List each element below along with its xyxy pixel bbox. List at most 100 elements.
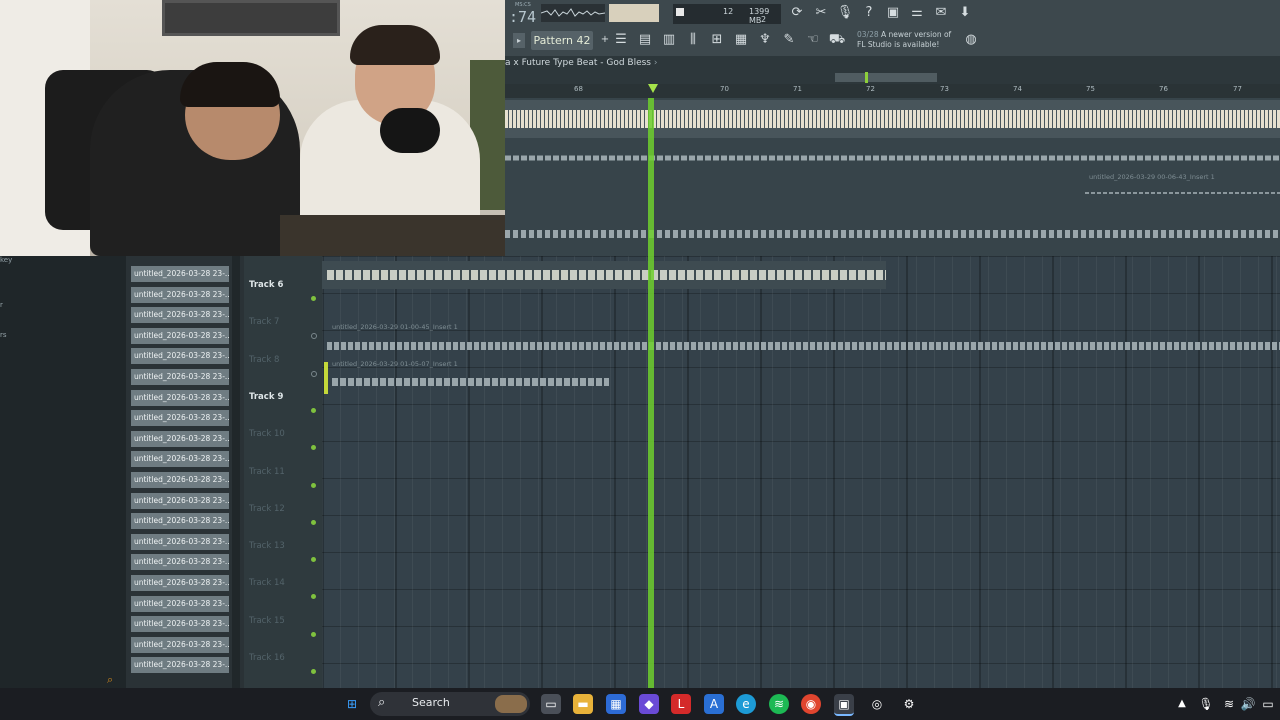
song-position-display[interactable]: :74 [509,8,536,26]
browser-file-item[interactable]: untitled_2026-03-28 23-... [131,492,229,509]
master-volume-meter[interactable] [609,4,659,22]
browser-file-item[interactable]: untitled_2026-03-28 23-... [131,595,229,612]
microphone-icon[interactable]: 🎙 [835,3,855,23]
track-enable-icon[interactable] [311,445,316,451]
upper-tracks-area[interactable]: untitled_2026-03-29 00-06-43_Insert 1 [505,98,1280,258]
browser-file-item[interactable]: untitled_2026-03-28 23-... [131,369,229,385]
track-header[interactable]: Track 15 [244,612,322,649]
app-l-icon[interactable]: L [671,694,691,714]
touch-icon[interactable]: ☜ [803,30,823,50]
browser-file-item[interactable]: untitled_2026-03-28 23-... [131,286,229,303]
spotify-icon[interactable]: ≋ [769,694,789,714]
browser-file-item[interactable]: untitled_2026-03-28 23-... [131,327,229,344]
battery-icon[interactable]: ▭ [1258,694,1278,714]
playlist-grid[interactable]: untitled_2026-03-29 01-00-45_Insert 1 un… [322,256,1280,688]
browser-file-item[interactable]: untitled_2026-03-28 23-... [131,554,229,571]
track-header[interactable]: Track 11 [244,463,322,500]
mixer-view-icon[interactable]: ⫼ [683,30,703,50]
audio-clip-waveform[interactable] [327,336,1280,356]
loop-icon[interactable]: ⟳ [787,3,807,23]
mixer-icon[interactable]: ⚌ [907,3,927,23]
browser-file-item[interactable]: untitled_2026-03-28 23-... [131,472,229,488]
browser-file-item[interactable]: untitled_2026-03-28 23-... [131,389,229,406]
channel-rack-icon[interactable]: ▤ [635,30,655,50]
browser-file-item[interactable]: untitled_2026-03-28 23-... [131,410,229,427]
wifi-icon[interactable]: ≋ [1219,694,1239,714]
audio-clip-waveform[interactable] [324,362,609,394]
track-enable-icon[interactable] [311,594,316,600]
browser-file-item[interactable]: untitled_2026-03-28 23-... [131,348,229,365]
chat-icon[interactable]: ✉ [931,3,951,23]
browser-file-item[interactable]: untitled_2026-03-28 23-... [131,451,229,468]
browser-file-item[interactable]: untitled_2026-03-28 23-... [131,533,229,550]
track-header[interactable]: Track 8 [244,351,322,388]
track-header[interactable]: Track 7 [244,313,322,350]
edge-icon[interactable]: e [736,694,756,714]
browser-category-label[interactable]: key [0,256,12,264]
track-enable-icon[interactable] [311,370,317,377]
audio-clip-waveform[interactable] [1085,188,1280,198]
fl-studio-icon[interactable]: ▣ [834,694,854,716]
track-enable-icon[interactable] [311,669,316,674]
audio-clip-waveform[interactable] [505,100,1280,138]
track-header[interactable]: Track 9 [244,388,322,425]
timeline-ruler[interactable]: 68 70 71 72 73 74 75 76 77 [505,84,1280,98]
store-icon[interactable]: ▦ [606,694,626,714]
search-icon[interactable]: ⌕ [107,673,113,687]
pattern-arrow-icon[interactable]: ▸ [513,33,525,48]
piano-roll-icon[interactable]: ▥ [659,30,679,50]
browser-file-item[interactable]: untitled_2026-03-28 23-... [131,266,229,282]
copilot-icon[interactable]: ◆ [639,694,659,714]
obs-icon[interactable]: ◎ [867,694,887,714]
browser-category-label[interactable]: rs [0,331,7,339]
chevron-up-icon[interactable]: ▲ [1172,694,1192,714]
track-enable-icon[interactable] [311,557,316,563]
browser-file-item[interactable]: untitled_2026-03-28 23-... [131,636,229,653]
audio-clip-waveform[interactable] [505,148,1280,168]
browser-file-item[interactable]: untitled_2026-03-28 23-... [131,430,229,447]
browser-file-item[interactable]: untitled_2026-03-28 23-... [131,616,229,633]
track-header[interactable]: Track 10 [244,425,322,462]
track-header[interactable]: Track 6 [244,276,322,313]
browser-scrollbar[interactable] [232,256,240,688]
cut-icon[interactable]: ✂ [811,3,831,23]
save-icon[interactable]: ▣ [883,3,903,23]
browser-file-item[interactable]: untitled_2026-03-28 23-... [131,513,229,530]
track-enable-icon[interactable] [311,631,316,637]
track-header[interactable]: Track 12 [244,500,322,537]
audio-clip-waveform[interactable] [322,261,886,289]
browser-tree-icon[interactable]: ⊞ [707,30,727,50]
globe-icon[interactable]: ◍ [961,30,981,50]
playhead-marker[interactable] [648,84,658,93]
chrome-icon[interactable]: ◉ [801,694,821,714]
download-icon[interactable]: ⬇ [955,3,975,23]
track-enable-icon[interactable] [311,333,317,340]
settings-gear-icon[interactable]: ⚙ [899,694,919,714]
track-header[interactable]: Track 14 [244,574,322,611]
task-view-icon[interactable]: ▭ [541,694,561,714]
audio-clip-waveform[interactable] [505,226,1280,242]
cart-icon[interactable]: ⛟ [827,30,847,50]
track-enable-icon[interactable] [311,407,316,413]
browser-file-item[interactable]: untitled_2026-03-28 23-... [131,657,229,674]
track-enable-icon[interactable] [311,296,316,301]
browser-file-item[interactable]: untitled_2026-03-28 23-... [131,575,229,591]
tools-icon[interactable]: ✎ [779,30,799,50]
pattern-selector[interactable]: Pattern 42 [531,31,593,50]
track-enable-icon[interactable] [311,482,316,488]
track-header[interactable]: Track 16 [244,649,322,686]
plugin-icon[interactable]: ♆ [755,30,775,50]
file-explorer-icon[interactable]: ▬ [573,694,593,714]
browser-category-label[interactable]: r [0,301,3,309]
help-icon[interactable]: ? [859,3,879,23]
browser-file-item[interactable]: untitled_2026-03-28 23-... [131,307,229,324]
microphone-tray-icon[interactable]: 🎙 [1196,694,1216,714]
start-icon[interactable]: ⊞ [342,694,362,714]
clipboard-icon[interactable]: ▦ [731,30,751,50]
volume-icon[interactable]: 🔊 [1238,694,1258,714]
track-header[interactable]: Track 13 [244,537,322,574]
track-enable-icon[interactable] [311,519,316,525]
horizontal-scrollbar[interactable] [835,73,937,82]
breadcrumb[interactable]: a x Future Type Beat - God Bless › [505,58,657,68]
taskbar-search-box[interactable]: ⌕ Search [370,692,530,716]
